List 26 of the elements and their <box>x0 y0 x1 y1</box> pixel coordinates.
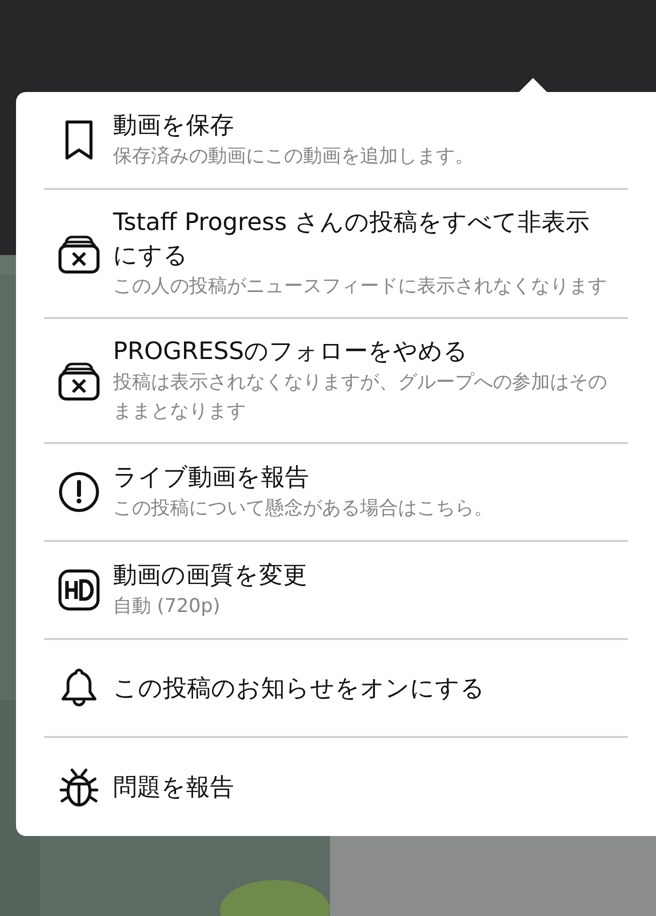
menu-item[interactable]: Tstaff Progress さんの投稿をすべて非表示にする この人の投稿がニュースフィードに表示されなくなります <box>44 190 628 319</box>
hd-icon <box>58 569 100 611</box>
menu-item-title: PROGRESSのフォローをやめる <box>113 336 469 367</box>
menu-item[interactable]: 問題を報告 <box>44 738 628 836</box>
menu-item-title: 動画を保存 <box>113 110 235 141</box>
bell-icon <box>60 667 96 709</box>
menu-item[interactable]: 動画を保存 保存済みの動画にこの動画を追加します。 <box>44 92 628 190</box>
menu-item-title: この投稿のお知らせをオンにする <box>113 672 486 704</box>
menu-item-description: この投稿について懸念がある場合はこちら。 <box>113 496 494 521</box>
menu-item[interactable]: ライブ動画を報告 この投稿について懸念がある場合はこちら。 <box>44 444 628 542</box>
menu-item-description: 投稿は表示されなくなりますが、グループへの参加はそのままとなります <box>113 370 608 424</box>
menu-item-title: ライブ動画を報告 <box>113 462 310 493</box>
menu-item-description: 保存済みの動画にこの動画を追加します。 <box>113 144 475 169</box>
exclamation-icon <box>58 471 100 513</box>
hide-icon <box>58 360 100 400</box>
menu-item-title: 問題を報告 <box>113 772 235 802</box>
bug-icon <box>58 766 98 808</box>
menu-item[interactable]: 動画の画質を変更 自動 (720p) <box>44 542 628 640</box>
hide-icon <box>58 234 100 274</box>
menu-item[interactable]: PROGRESSのフォローをやめる 投稿は表示されなくなりますが、グループへの参加はそのままとなります <box>44 319 628 444</box>
menu-item-title: 動画の画質を変更 <box>113 560 308 591</box>
menu-item-description: この人の投稿がニュースフィードに表示されなくなります <box>113 274 608 299</box>
menu-item[interactable]: この投稿のお知らせをオンにする <box>44 640 628 738</box>
menu-item-title: Tstaff Progress さんの投稿をすべて非表示にする <box>113 207 591 271</box>
menu-item-description: 自動 (720p) <box>113 594 222 619</box>
bookmark-icon <box>64 120 94 160</box>
